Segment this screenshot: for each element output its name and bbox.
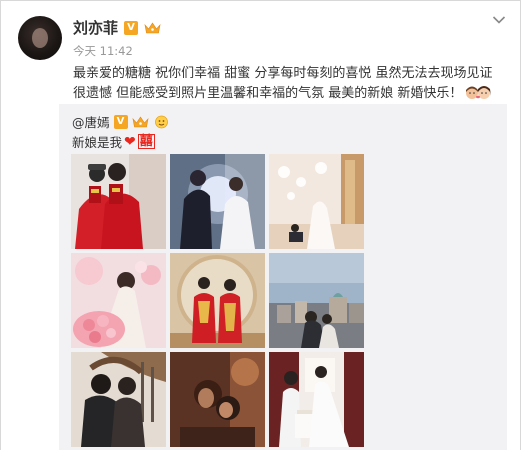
author-row: 刘亦菲 V xyxy=(73,17,161,38)
repost-block[interactable]: @唐嫣 V 新娘是我 ❤ 囍 xyxy=(59,104,507,450)
verified-v-icon: V xyxy=(113,114,128,129)
couple-emoji-icon xyxy=(464,86,492,101)
photo-7[interactable] xyxy=(71,352,166,447)
photo-5[interactable] xyxy=(170,253,265,348)
weibo-post-card: 刘亦菲 V 今天 11:42 最亲爱的糖糖 祝你们幸福 甜蜜 分享每时每刻的喜悦… xyxy=(0,0,521,450)
photo-2[interactable] xyxy=(170,154,265,249)
post-text: 最亲爱的糖糖 祝你们幸福 甜蜜 分享每时每刻的喜悦 虽然无法去现场见证很遗憾 但… xyxy=(73,64,505,104)
post-body: 最亲爱的糖糖 祝你们幸福 甜蜜 分享每时每刻的喜悦 虽然无法去现场见证很遗憾 但… xyxy=(73,66,493,101)
repost-author-link[interactable]: @唐嫣 xyxy=(72,112,110,131)
photo-9[interactable] xyxy=(269,352,364,447)
author-avatar[interactable] xyxy=(18,16,62,60)
double-happiness-icon: 囍 xyxy=(137,134,155,149)
crown-icon xyxy=(132,115,149,129)
author-name[interactable]: 刘亦菲 xyxy=(73,17,118,38)
post-timestamp[interactable]: 今天 11:42 xyxy=(73,43,133,59)
repost-author-row: @唐嫣 V xyxy=(72,112,170,131)
red-heart-icon: ❤ xyxy=(124,133,136,150)
photo-4[interactable] xyxy=(71,253,166,348)
repost-text: 新娘是我 ❤ 囍 xyxy=(72,132,155,151)
member-badge-icon xyxy=(153,115,170,129)
chevron-down-icon[interactable] xyxy=(492,15,506,25)
photo-6[interactable] xyxy=(269,253,364,348)
photo-8[interactable] xyxy=(170,352,265,447)
photo-3[interactable] xyxy=(269,154,364,249)
verified-v-icon: V xyxy=(124,20,139,35)
photo-1[interactable] xyxy=(71,154,166,249)
repost-body: 新娘是我 xyxy=(72,135,123,150)
crown-icon xyxy=(144,21,161,35)
